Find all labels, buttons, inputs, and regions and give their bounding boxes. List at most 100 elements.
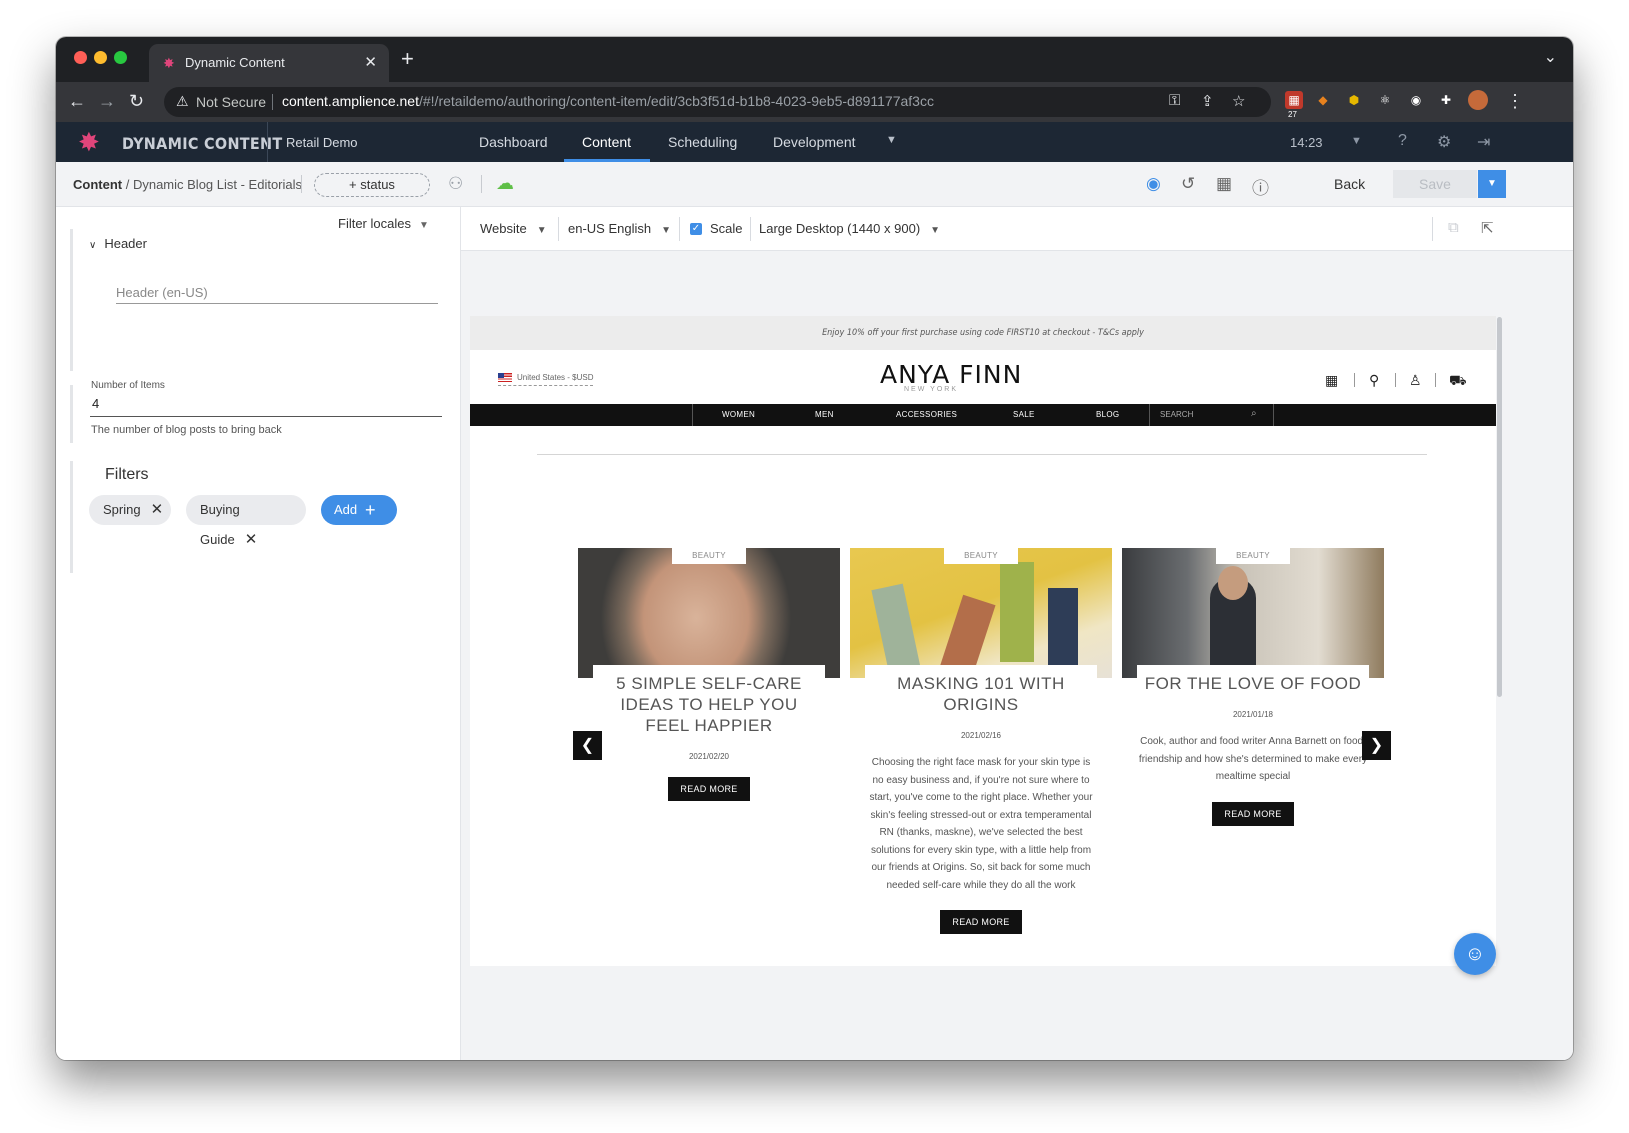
locale-label: en-US English [568,221,652,236]
nav-scheduling[interactable]: Scheduling [668,134,737,150]
chat-assistant-bot-icon[interactable]: ☺ [1454,933,1496,975]
site-nav-women[interactable]: WOMEN [722,410,755,419]
reload-icon[interactable]: ↻ [129,91,144,112]
key-icon[interactable]: ⚿ [1169,92,1180,109]
read-more-button[interactable]: READ MORE [668,777,750,801]
store-locator-pin-icon[interactable]: ⚲ [1369,372,1379,389]
forward-arrow-icon[interactable]: → [98,91,116,112]
help-icon[interactable]: ? [1398,132,1407,150]
read-more-button[interactable]: READ MORE [1212,801,1294,826]
carousel-prev-arrow-icon[interactable]: ❮ [573,731,602,760]
browser-tab[interactable]: ✸ Dynamic Content ✕ [149,44,389,82]
account-user-icon[interactable]: ♙ [1409,372,1422,389]
blog-card-date: 2021/01/18 [1232,710,1274,719]
cart-icon[interactable]: ⛟ [1449,372,1467,391]
site-navigation: WOMEN MEN ACCESSORIES SALE BLOG SEARCH ⌕ [470,404,1496,426]
toolbar-divider [679,217,680,241]
read-more-button[interactable]: READ MORE [940,910,1022,934]
tab-search-chevron-icon[interactable]: ⌄ [1544,47,1557,67]
device-dropdown[interactable]: Large Desktop (1440 x 900) ▼ [759,221,940,236]
save-options-caret-icon[interactable]: ▼ [1478,170,1506,198]
blog-card-date: 2021/02/16 [960,731,1002,740]
filter-chip-label: Spring [103,502,141,517]
back-button[interactable]: Back [1334,176,1365,192]
filter-chip-spring[interactable]: Spring ✕ [89,495,171,525]
blog-card-image[interactable] [1122,548,1384,678]
number-of-items-input[interactable]: 4 [90,396,442,417]
assignee-user-icon[interactable]: ⚇ [448,174,463,194]
nav-dashboard[interactable]: Dashboard [479,134,548,150]
settings-gear-icon[interactable]: ⚙ [1437,132,1451,152]
react-extension-icon[interactable]: ⚛ [1376,91,1394,109]
filter-locales-label: Filter locales [338,216,411,231]
close-tab-icon[interactable]: ✕ [364,53,377,71]
blog-card-image[interactable] [578,548,840,678]
open-external-icon[interactable]: ⇱ [1481,219,1494,237]
extensions-puzzle-icon[interactable]: ✚ [1437,91,1455,109]
site-nav-sale[interactable]: SALE [1013,410,1035,419]
site-nav-men[interactable]: MEN [815,410,834,419]
blog-card-title[interactable]: MASKING 101 WITH ORIGINS [869,673,1093,715]
search-icon[interactable]: ⌕ [1251,408,1257,419]
profile-avatar[interactable] [1468,90,1488,110]
product-tube-shape [871,583,921,675]
toolbar-divider [558,217,559,241]
add-filter-button[interactable]: Add + [321,495,397,525]
filter-chip-buying-guide[interactable]: Buying Guide ✕ [186,495,306,548]
filter-locales-dropdown[interactable]: Filter locales ▼ [338,216,429,231]
header-section-title: Header [104,236,147,251]
blog-card-title[interactable]: 5 SIMPLE SELF-CARE IDEAS TO HELP YOU FEE… [597,673,821,736]
blog-card-image[interactable] [850,548,1112,682]
logout-icon[interactable]: ⇥ [1477,132,1490,152]
time-dropdown-caret-icon[interactable]: ▼ [1351,135,1362,147]
calendar-extension-icon[interactable]: ▦ [1285,91,1303,109]
country-selector[interactable]: United States - $USD [498,373,594,387]
remove-chip-close-icon[interactable]: ✕ [151,501,164,518]
site-logo[interactable]: ANYA FINN [880,360,1022,389]
blog-card-title[interactable]: FOR THE LOVE OF FOOD [1141,673,1365,694]
channel-dropdown[interactable]: Website ▼ [480,221,547,236]
history-icon[interactable]: ↺ [1181,174,1195,194]
remove-chip-close-icon[interactable]: ✕ [245,531,258,548]
preview-scrollbar[interactable] [1497,317,1502,697]
zoom-window-button[interactable] [114,51,127,64]
carousel-next-arrow-icon[interactable]: ❯ [1362,731,1391,760]
header-input[interactable]: Header (en-US) [116,273,438,304]
info-icon[interactable]: ⓘ [1252,174,1269,199]
filter-locales-caret-icon: ▼ [418,220,429,231]
share-icon[interactable]: ⇪ [1201,92,1214,110]
address-bar[interactable]: ⚠ Not Secure content.amplience.net/#!/re… [164,87,1271,117]
minimize-window-button[interactable] [94,51,107,64]
browser-menu-icon[interactable]: ⋮ [1506,91,1524,112]
breadcrumb-root[interactable]: Content [73,177,122,192]
hub-selector[interactable]: Retail Demo [286,135,358,150]
site-search-input[interactable]: SEARCH ⌕ [1149,404,1274,426]
rotate-device-icon[interactable]: ⧉ [1448,219,1459,236]
preview-eye-icon[interactable]: ◉ [1146,174,1161,194]
locale-dropdown[interactable]: en-US English ▼ [568,221,671,236]
back-arrow-icon[interactable]: ← [68,91,86,112]
status-button[interactable]: + status [314,173,430,197]
camera-extension-icon[interactable]: ◉ [1407,91,1425,109]
chevron-down-icon: ▼ [930,225,941,236]
metamask-extension-icon[interactable]: ◆ [1314,91,1332,109]
add-filter-label: Add [334,502,358,517]
nav-development[interactable]: Development [773,134,856,150]
bookmark-star-icon[interactable]: ☆ [1232,92,1245,110]
scale-checkbox[interactable]: ✓ [690,223,702,235]
nav-more-caret-icon[interactable]: ▼ [886,134,897,146]
site-nav-accessories[interactable]: ACCESSORIES [896,410,957,419]
new-tab-icon[interactable]: + [401,46,414,72]
store-calendar-icon[interactable]: ▦ [1325,372,1338,389]
blog-card-excerpt: Cook, author and food writer Anna Barnet… [1138,736,1368,782]
header-section-bar [70,229,73,371]
toolbar-divider [301,175,302,193]
close-window-button[interactable] [74,51,87,64]
header-section-toggle[interactable]: ∨ Header [89,236,147,251]
brand-name: DYNAMIC CONTENT [122,134,283,153]
cube-extension-icon[interactable]: ⬢ [1345,91,1363,109]
site-nav-blog[interactable]: BLOG [1096,410,1119,419]
save-button[interactable]: Save [1393,170,1477,198]
calendar-icon[interactable]: ▦ [1216,174,1232,194]
nav-content[interactable]: Content [582,134,631,150]
